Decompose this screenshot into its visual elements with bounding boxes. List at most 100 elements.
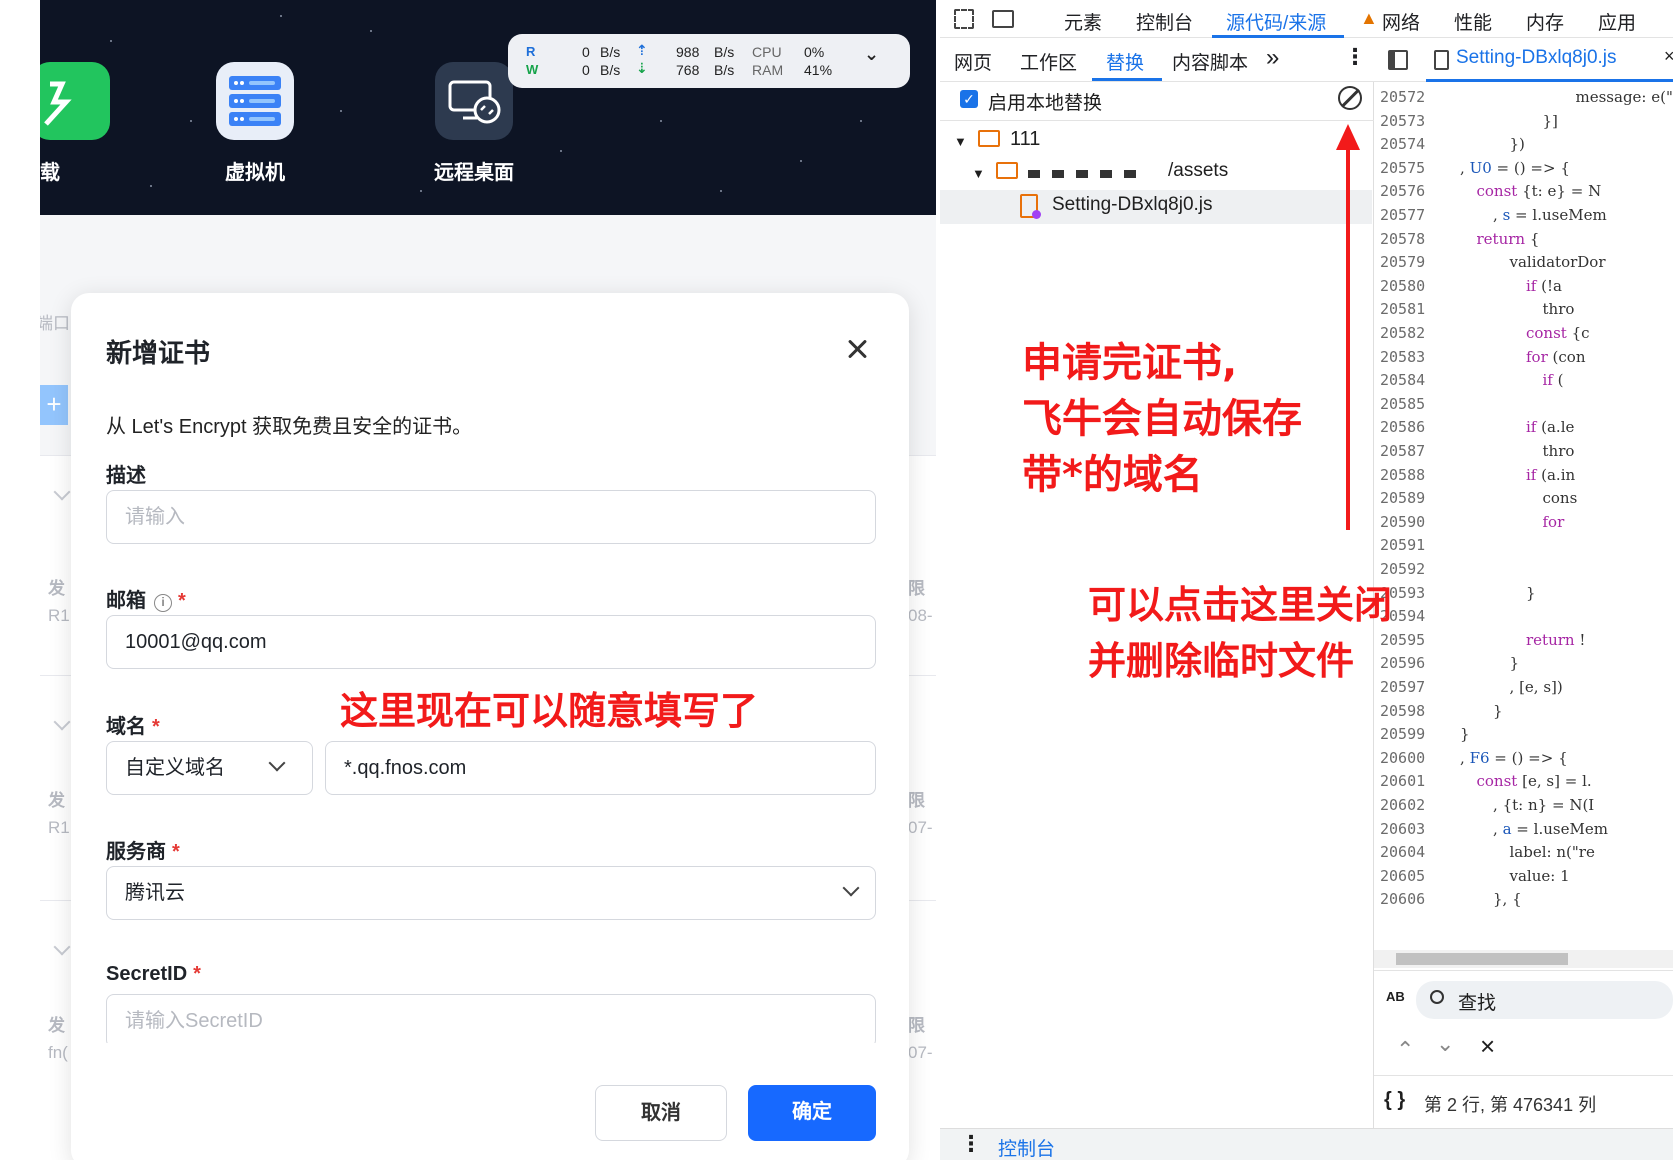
subtab-overrides[interactable]: 替换	[1106, 48, 1144, 75]
clear-overrides-icon[interactable]	[1338, 86, 1362, 110]
annotation-arrow	[1336, 124, 1360, 530]
more-options-icon[interactable]: ⋮	[1344, 44, 1366, 70]
app-label-download: 载	[40, 162, 60, 184]
next-match-icon[interactable]: ⌄	[1436, 1031, 1454, 1057]
info-icon[interactable]: i	[154, 594, 172, 612]
email-input[interactable]	[106, 615, 876, 669]
download-app-icon[interactable]	[40, 62, 110, 140]
code-line: , s = l.useMem	[1493, 206, 1607, 224]
code-line: , {t: n} = N(I	[1493, 796, 1595, 814]
line-number: 20577	[1380, 206, 1426, 224]
tree-file-row[interactable]: Setting-DBxlq8j0.js	[940, 190, 1372, 224]
provider-label: 服务商 *	[106, 841, 180, 863]
tab-network[interactable]: 网络	[1382, 8, 1420, 35]
editor-file-tab[interactable]: Setting-DBxlq8j0.js	[1456, 47, 1617, 69]
bg-fragment: 限	[908, 1016, 925, 1035]
line-number: 20599	[1380, 725, 1426, 744]
domain-input[interactable]	[325, 741, 876, 795]
disk-read-unit: B/s	[600, 44, 621, 60]
subtab-page[interactable]: 网页	[954, 48, 992, 75]
resource-monitor-widget[interactable]: R W 0 B/s 0 B/s ⇡ ⇣ 988 B/s 768 B/s CPU …	[508, 34, 910, 88]
cursor-position: 第 2 行, 第 476341 列	[1424, 1095, 1597, 1115]
net-down-value: 768	[676, 62, 700, 78]
disk-write-unit: B/s	[600, 62, 621, 78]
code-line: thro	[1542, 300, 1575, 319]
cpu-label: CPU	[752, 44, 782, 60]
line-number: 20590	[1380, 512, 1426, 531]
inspect-element-icon[interactable]	[954, 9, 974, 29]
disk-read-rate: 0	[582, 44, 590, 60]
drawer-console-tab[interactable]: 控制台	[998, 1134, 1055, 1160]
tab-performance[interactable]: 性能	[1454, 8, 1492, 35]
horizontal-scrollbar[interactable]	[1374, 950, 1673, 968]
code-line: , [e, s])	[1509, 678, 1563, 696]
code-line: const {c	[1526, 324, 1590, 342]
required-mark: *	[172, 841, 180, 863]
domain-label: 域名 *	[106, 716, 160, 738]
confirm-button[interactable]: 确定	[748, 1085, 876, 1141]
line-number: 20604	[1380, 843, 1426, 862]
annotation-auto-save-2: 飞牛会自动保存	[1022, 396, 1302, 442]
editor-tabbar: Setting-DBxlq8j0.js ×	[1374, 38, 1673, 82]
more-tabs-icon[interactable]: »	[1266, 44, 1279, 72]
disk-write-rate: 0	[582, 62, 590, 78]
domain-type-select[interactable]: 自定义域名	[106, 741, 313, 795]
secret-id-input[interactable]	[106, 994, 876, 1048]
enable-overrides-label[interactable]: 启用本地替换	[988, 88, 1102, 115]
device-toolbar-icon[interactable]	[992, 10, 1014, 28]
tab-sources[interactable]: 源代码/来源	[1226, 8, 1326, 35]
tab-console[interactable]: 控制台	[1136, 8, 1193, 35]
search-input[interactable]: 查找	[1458, 988, 1496, 1015]
net-up-unit: B/s	[714, 44, 735, 60]
subtab-workspace[interactable]: 工作区	[1020, 48, 1077, 75]
line-number: 20602	[1380, 796, 1426, 814]
code-editor[interactable]: 20572 message: e(" 20573}] 20574}) 20575 , U0…	[1374, 82, 1673, 970]
required-mark: *	[178, 590, 186, 612]
tree-expand-icon[interactable]: ▼	[972, 166, 985, 181]
bg-fragment: fn(	[48, 1043, 68, 1062]
line-number: 20576	[1380, 182, 1426, 201]
close-icon[interactable]	[843, 335, 871, 363]
pretty-print-icon[interactable]: { }	[1384, 1089, 1405, 1112]
subtab-content-scripts[interactable]: 内容脚本	[1172, 48, 1248, 75]
description-input[interactable]	[106, 490, 876, 544]
code-line: for (con	[1526, 347, 1586, 366]
cancel-button[interactable]: 取消	[595, 1085, 727, 1141]
tree-root-folder[interactable]: 111	[1010, 128, 1040, 151]
virtual-machine-icon[interactable]	[216, 62, 294, 140]
tab-application[interactable]: 应用	[1598, 8, 1636, 35]
tab-elements[interactable]: 元素	[1064, 8, 1102, 35]
sources-navigator-tabs: 网页 工作区 替换 内容脚本 » ⋮	[940, 38, 1380, 82]
cpu-value: 0%	[804, 44, 825, 60]
drawer-menu-icon[interactable]: ⋮	[960, 1131, 982, 1157]
scrollbar-thumb[interactable]	[1396, 953, 1568, 965]
code-line: thro	[1542, 442, 1575, 460]
line-number: 20573	[1380, 111, 1426, 130]
dialog-description: 从 Let's Encrypt 获取免费且安全的证书。	[106, 416, 473, 438]
tab-memory[interactable]: 内存	[1526, 8, 1564, 35]
tree-assets-folder[interactable]: /assets	[1168, 160, 1228, 182]
bg-fragment: 发	[48, 1016, 65, 1035]
required-mark: *	[193, 963, 201, 985]
search-box[interactable]: 查找	[1416, 981, 1673, 1019]
line-number: 20582	[1380, 324, 1426, 342]
prev-match-icon[interactable]: ⌃	[1396, 1037, 1414, 1063]
remote-desktop-icon[interactable]	[435, 62, 513, 140]
expand-chevron-icon[interactable]: ⌄	[864, 44, 879, 65]
match-case-icon[interactable]: AB	[1386, 989, 1405, 1004]
toggle-navigator-icon[interactable]	[1388, 50, 1408, 70]
code-line: label: n("re	[1509, 843, 1595, 862]
line-number: 20580	[1380, 276, 1426, 295]
enable-overrides-checkbox[interactable]: ✓	[960, 90, 978, 108]
line-number: 20589	[1380, 489, 1426, 508]
net-down-unit: B/s	[714, 62, 735, 78]
annotation-free-input: 这里现在可以随意填写了	[340, 689, 759, 733]
close-tab-icon[interactable]: ×	[1664, 46, 1673, 67]
tree-file-name[interactable]: Setting-DBxlq8j0.js	[1052, 194, 1213, 216]
tree-expand-icon[interactable]: ▼	[954, 134, 967, 149]
file-icon	[1434, 50, 1449, 70]
provider-select[interactable]: 腾讯云	[106, 866, 876, 920]
line-number: 20588	[1380, 465, 1426, 484]
line-number: 20601	[1380, 772, 1426, 791]
close-search-icon[interactable]: ×	[1480, 1031, 1495, 1062]
